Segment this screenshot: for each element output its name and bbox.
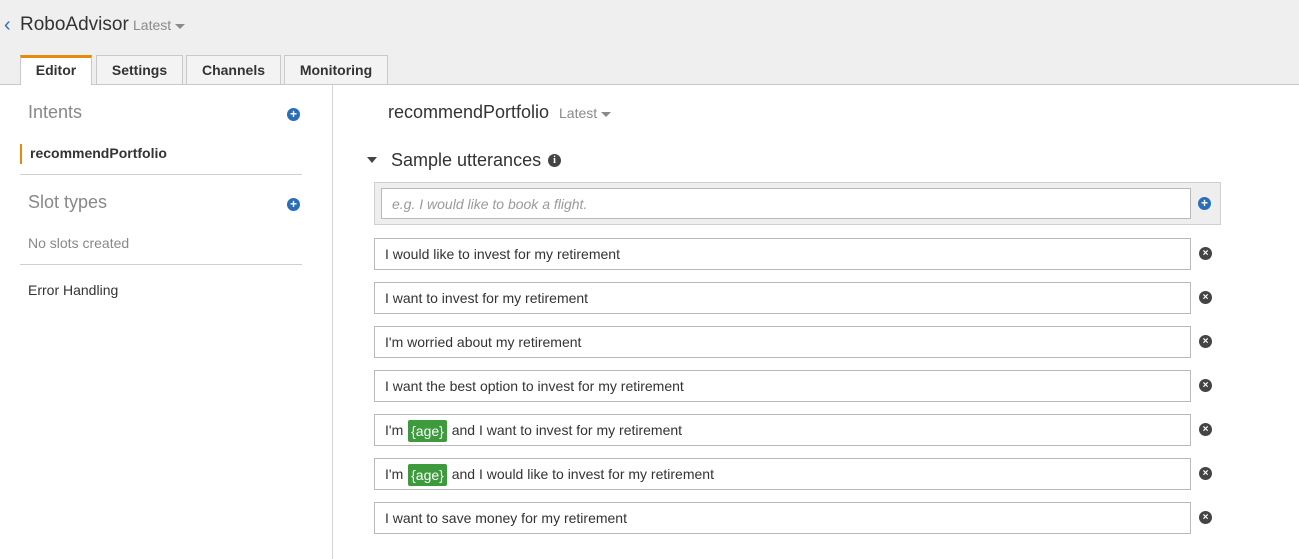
divider	[20, 174, 302, 175]
intent-version-dropdown[interactable]: Latest	[559, 105, 612, 121]
panel-divider	[332, 85, 333, 559]
remove-x-icon[interactable]: ×	[1199, 335, 1212, 348]
bot-version-label: Latest	[133, 17, 172, 33]
collapse-caret-icon[interactable]	[367, 157, 377, 163]
remove-x-icon[interactable]: ×	[1199, 379, 1212, 392]
slot-types-heading: Slot types	[28, 192, 108, 212]
utterance-field[interactable]: I want to invest for my retirement	[374, 282, 1191, 314]
tab-monitoring[interactable]: Monitoring	[284, 55, 388, 84]
utterance-text: I'm worried about my retirement	[385, 334, 582, 350]
back-chevron-icon[interactable]: ‹	[4, 15, 11, 35]
intents-heading: Intents	[28, 102, 83, 122]
slot-chip-age[interactable]: {age}	[408, 420, 447, 443]
utterance-text: I want to invest for my retirement	[385, 290, 589, 306]
add-intent-plus-icon[interactable]: +	[287, 108, 300, 121]
caret-down-icon	[175, 23, 186, 29]
new-utterance-row: +	[374, 182, 1221, 225]
utterance-text: I'm	[385, 422, 408, 438]
utterance-text: I'm	[385, 466, 408, 482]
no-slots-message: No slots created	[28, 235, 130, 251]
bot-version-dropdown[interactable]: Latest	[133, 17, 186, 33]
add-utterance-plus-icon[interactable]: +	[1198, 197, 1211, 210]
bot-title[interactable]: RoboAdvisor	[20, 14, 129, 36]
tab-settings[interactable]: Settings	[96, 55, 183, 84]
utterance-field[interactable]: I would like to invest for my retirement	[374, 238, 1191, 270]
utterance-field[interactable]: I want to save money for my retirement	[374, 502, 1191, 534]
error-handling-link[interactable]: Error Handling	[28, 282, 118, 298]
utterance-text: I want to save money for my retirement	[385, 510, 627, 526]
intent-version-label: Latest	[559, 105, 598, 121]
remove-x-icon[interactable]: ×	[1199, 247, 1212, 260]
sidebar-intent-recommendportfolio[interactable]: recommendPortfolio	[20, 144, 167, 164]
utterance-field[interactable]: I'm {age} and I would like to invest for…	[374, 458, 1191, 490]
remove-x-icon[interactable]: ×	[1199, 511, 1212, 524]
intent-title: recommendPortfolio	[388, 102, 550, 122]
remove-x-icon[interactable]: ×	[1199, 423, 1212, 436]
utterance-text: and I want to invest for my retirement	[447, 422, 683, 438]
top-header: ‹ RoboAdvisor Latest Editor Settings Cha…	[0, 0, 1299, 85]
tab-editor[interactable]: Editor	[20, 55, 92, 85]
utterance-text: and I would like to invest for my retire…	[447, 466, 714, 482]
new-utterance-input[interactable]	[381, 188, 1191, 219]
remove-x-icon[interactable]: ×	[1199, 467, 1212, 480]
remove-x-icon[interactable]: ×	[1199, 291, 1212, 304]
caret-down-icon	[601, 111, 612, 117]
utterance-field[interactable]: I'm worried about my retirement	[374, 326, 1191, 358]
utterance-field[interactable]: I'm {age} and I want to invest for my re…	[374, 414, 1191, 446]
utterance-text: I want the best option to invest for my …	[385, 378, 684, 394]
utterance-text: I would like to invest for my retirement	[385, 246, 620, 262]
tab-channels[interactable]: Channels	[186, 55, 281, 84]
info-icon[interactable]: i	[548, 154, 561, 167]
utterance-field[interactable]: I want the best option to invest for my …	[374, 370, 1191, 402]
divider	[20, 264, 302, 265]
sample-utterances-heading: Sample utterances	[391, 150, 542, 170]
slot-chip-age[interactable]: {age}	[408, 464, 447, 487]
add-slot-type-plus-icon[interactable]: +	[287, 198, 300, 211]
